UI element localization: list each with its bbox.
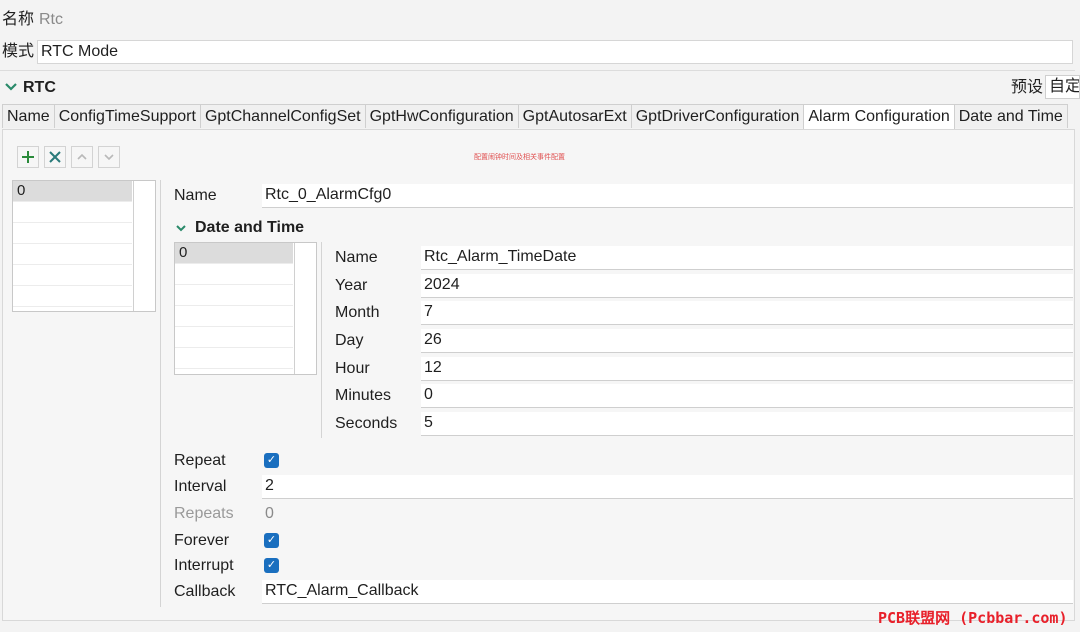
tab-name[interactable]: Name	[2, 104, 55, 128]
hour-field[interactable]: 12	[421, 357, 1073, 381]
repeat-label: Repeat	[174, 452, 226, 469]
tab-gpt-autosar-ext[interactable]: GptAutosarExt	[517, 104, 632, 128]
watermark: PCB联盟网 (Pcbbar.com)	[878, 609, 1068, 627]
move-up-button[interactable]	[71, 146, 93, 168]
list-item-empty	[13, 244, 132, 265]
alarm-name-label: Name	[174, 187, 217, 204]
datetime-separator	[321, 242, 322, 438]
interval-field[interactable]: 2	[262, 475, 1073, 499]
datetime-title: Date and Time	[195, 219, 305, 236]
plus-icon	[22, 151, 34, 163]
mode-field[interactable]: RTC Mode	[37, 40, 1073, 64]
close-icon	[49, 151, 61, 163]
day-field[interactable]: 26	[421, 329, 1073, 353]
chevron-up-icon	[77, 153, 87, 160]
year-label: Year	[335, 277, 368, 294]
list-item-empty	[175, 348, 293, 369]
tab-bar: Name ConfigTimeSupport GptChannelConfigS…	[2, 104, 1068, 130]
repeats-label: Repeats	[174, 505, 234, 522]
tab-gpt-hw-configuration[interactable]: GptHwConfiguration	[364, 104, 519, 128]
chevron-down-icon	[104, 154, 114, 161]
tab-gpt-channel-config-set[interactable]: GptChannelConfigSet	[199, 104, 366, 128]
tab-alarm-configuration[interactable]: Alarm Configuration	[803, 104, 955, 130]
dt-name-field[interactable]: Rtc_Alarm_TimeDate	[421, 246, 1073, 270]
list-item-empty	[13, 223, 132, 244]
seconds-field[interactable]: 5	[421, 412, 1073, 436]
dt-name-label: Name	[335, 249, 378, 266]
toolbar-hint: 配置闹钟时间及相关事件配置	[474, 154, 565, 161]
tab-date-and-time[interactable]: Date and Time	[953, 104, 1068, 128]
datetime-collapse-toggle[interactable]	[175, 220, 191, 236]
list-item-empty	[175, 327, 293, 348]
hour-label: Hour	[335, 360, 370, 377]
chevron-down-icon	[5, 83, 17, 91]
list-item[interactable]: 0	[13, 181, 132, 202]
preset-select[interactable]: 自定	[1045, 75, 1080, 99]
minutes-label: Minutes	[335, 387, 392, 404]
list-scroll-divider	[133, 181, 134, 311]
callback-field[interactable]: RTC_Alarm_Callback	[262, 580, 1073, 604]
preset-label: 预设	[1011, 79, 1044, 96]
list-item[interactable]: 0	[175, 243, 293, 264]
list-item-empty	[175, 306, 293, 327]
repeat-checkbox[interactable]: ✓	[264, 453, 279, 468]
add-button[interactable]	[17, 146, 39, 168]
section-title: RTC	[23, 79, 56, 96]
month-field[interactable]: 7	[421, 301, 1073, 325]
datetime-list[interactable]: 0	[174, 242, 317, 375]
name-label: 名称	[2, 11, 35, 28]
tab-config-time-support[interactable]: ConfigTimeSupport	[53, 104, 201, 128]
delete-button[interactable]	[44, 146, 66, 168]
forever-label: Forever	[174, 532, 230, 549]
tab-gpt-driver-configuration[interactable]: GptDriverConfiguration	[630, 104, 805, 128]
callback-label: Callback	[174, 583, 236, 600]
list-item-empty	[13, 286, 132, 307]
month-label: Month	[335, 304, 380, 321]
panel-separator	[160, 180, 161, 607]
list-scroll-divider	[294, 243, 295, 374]
move-down-button[interactable]	[98, 146, 120, 168]
forever-checkbox[interactable]: ✓	[264, 533, 279, 548]
minutes-field[interactable]: 0	[421, 384, 1073, 408]
seconds-label: Seconds	[335, 415, 398, 432]
list-item-empty	[175, 264, 293, 285]
list-item-empty	[175, 285, 293, 306]
interrupt-checkbox[interactable]: ✓	[264, 558, 279, 573]
alarm-name-field[interactable]: Rtc_0_AlarmCfg0	[262, 184, 1073, 208]
repeats-value: 0	[265, 505, 274, 522]
interval-label: Interval	[174, 478, 227, 495]
chevron-down-icon	[176, 225, 186, 232]
name-value: Rtc	[39, 11, 63, 28]
section-collapse-toggle[interactable]	[4, 78, 20, 96]
interrupt-label: Interrupt	[174, 557, 234, 574]
day-label: Day	[335, 332, 364, 349]
divider	[0, 70, 1075, 71]
alarm-list[interactable]: 0	[12, 180, 156, 312]
year-field[interactable]: 2024	[421, 274, 1073, 298]
mode-label: 模式	[2, 43, 35, 60]
list-item-empty	[13, 202, 132, 223]
list-item-empty	[13, 265, 132, 286]
